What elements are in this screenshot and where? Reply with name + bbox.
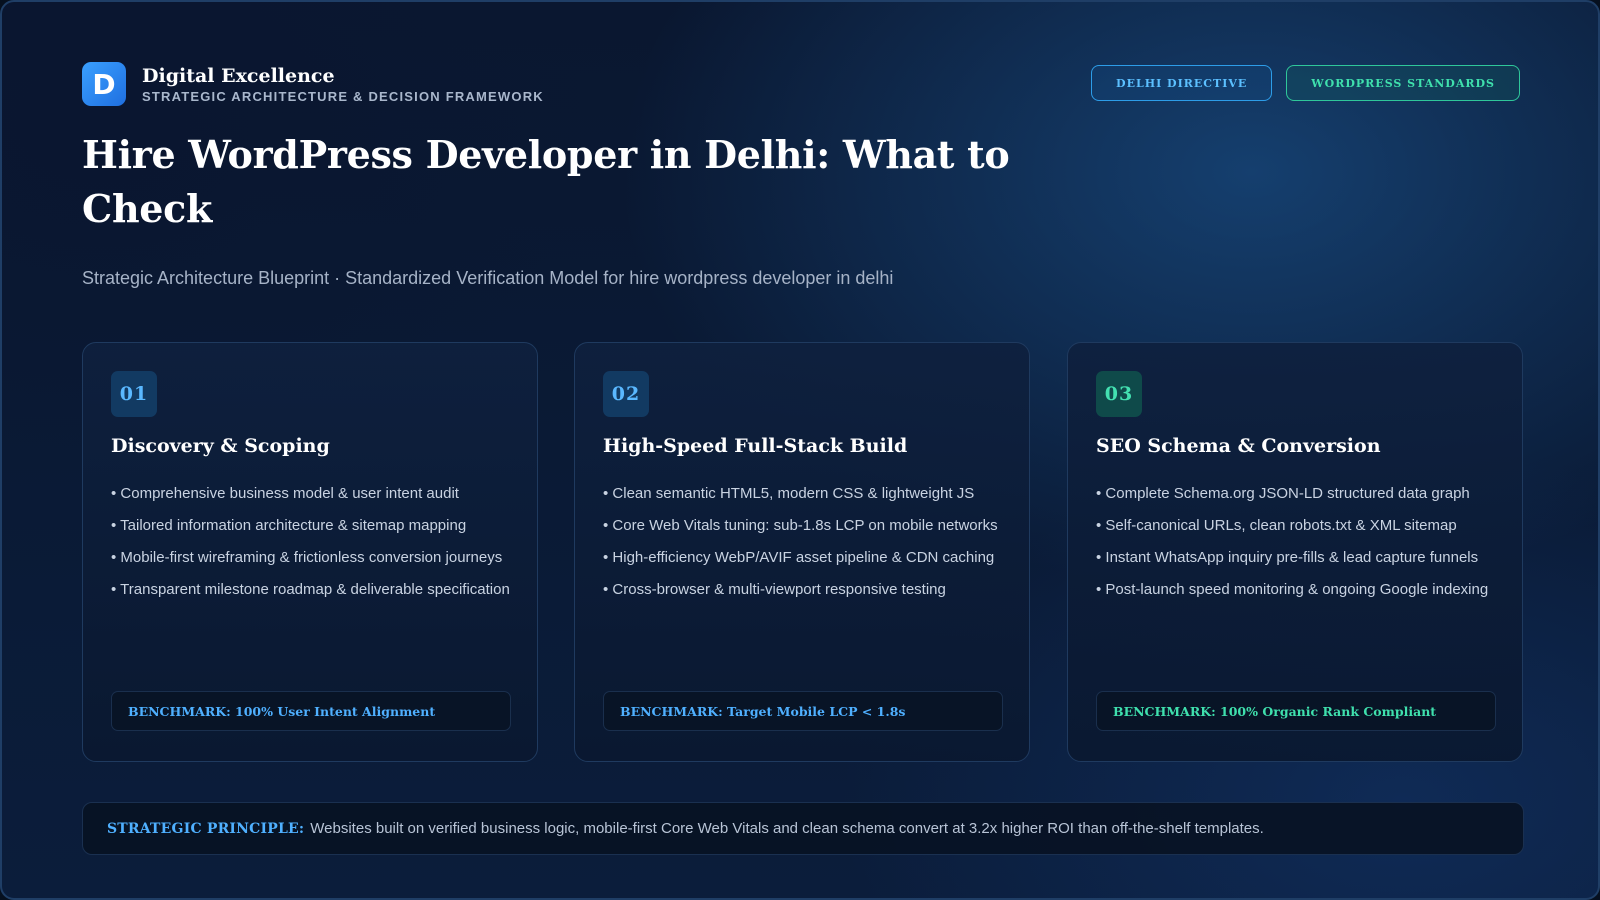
badge-wordpress-standards: WORDPRESS STANDARDS <box>1286 65 1520 101</box>
card-title: Discovery & Scoping <box>111 435 330 457</box>
card-bullets: Clean semantic HTML5, modern CSS & light… <box>603 478 998 606</box>
list-item: Mobile-first wireframing & frictionless … <box>111 542 510 574</box>
list-item: Instant WhatsApp inquiry pre-fills & lea… <box>1096 542 1488 574</box>
card-full-stack-build: 02 High-Speed Full-Stack Build Clean sem… <box>574 342 1030 762</box>
principle-label: STRATEGIC PRINCIPLE: <box>107 820 305 837</box>
badge-group: DELHI DIRECTIVE WORDPRESS STANDARDS <box>1091 65 1520 101</box>
list-item: Transparent milestone roadmap & delivera… <box>111 574 510 606</box>
list-item: Cross-browser & multi-viewport responsiv… <box>603 574 998 606</box>
card-number: 01 <box>111 371 157 417</box>
list-item: Clean semantic HTML5, modern CSS & light… <box>603 478 998 510</box>
list-item: Complete Schema.org JSON-LD structured d… <box>1096 478 1488 510</box>
card-seo-schema: 03 SEO Schema & Conversion Complete Sche… <box>1067 342 1523 762</box>
list-item: High-efficiency WebP/AVIF asset pipeline… <box>603 542 998 574</box>
benchmark-badge: BENCHMARK: 100% Organic Rank Compliant <box>1096 691 1496 731</box>
card-bullets: Complete Schema.org JSON-LD structured d… <box>1096 478 1488 606</box>
badge-delhi-directive: DELHI DIRECTIVE <box>1091 65 1273 101</box>
page-title: Hire WordPress Developer in Delhi: What … <box>82 132 1010 231</box>
list-item: Tailored information architecture & site… <box>111 510 510 542</box>
strategic-principle-banner: STRATEGIC PRINCIPLE: Websites built on v… <box>82 802 1524 855</box>
list-item: Comprehensive business model & user inte… <box>111 478 510 510</box>
page-subtitle: Strategic Architecture Blueprint · Stand… <box>82 268 894 288</box>
card-number: 02 <box>603 371 649 417</box>
benchmark-badge: BENCHMARK: 100% User Intent Alignment <box>111 691 511 731</box>
brand-tagline: STRATEGIC ARCHITECTURE & DECISION FRAMEW… <box>142 88 544 104</box>
list-item: Self-canonical URLs, clean robots.txt & … <box>1096 510 1488 542</box>
list-item: Core Web Vitals tuning: sub-1.8s LCP on … <box>603 510 997 542</box>
benchmark-badge: BENCHMARK: Target Mobile LCP < 1.8s <box>603 691 1003 731</box>
brand-text: Digital Excellence STRATEGIC ARCHITECTUR… <box>142 65 544 104</box>
brand-name: Digital Excellence <box>142 64 335 87</box>
card-discovery: 01 Discovery & Scoping Comprehensive bus… <box>82 342 538 762</box>
slide-frame: D Digital Excellence STRATEGIC ARCHITECT… <box>0 0 1600 900</box>
brand-header: D Digital Excellence STRATEGIC ARCHITECT… <box>82 62 544 106</box>
card-title: High-Speed Full-Stack Build <box>603 435 908 457</box>
list-item: Post-launch speed monitoring & ongoing G… <box>1096 574 1488 606</box>
principle-text: Websites built on verified business logi… <box>310 820 1264 837</box>
card-number: 03 <box>1096 371 1142 417</box>
brand-logo-icon: D <box>82 62 126 106</box>
card-bullets: Comprehensive business model & user inte… <box>111 478 510 606</box>
card-title: SEO Schema & Conversion <box>1096 435 1381 457</box>
